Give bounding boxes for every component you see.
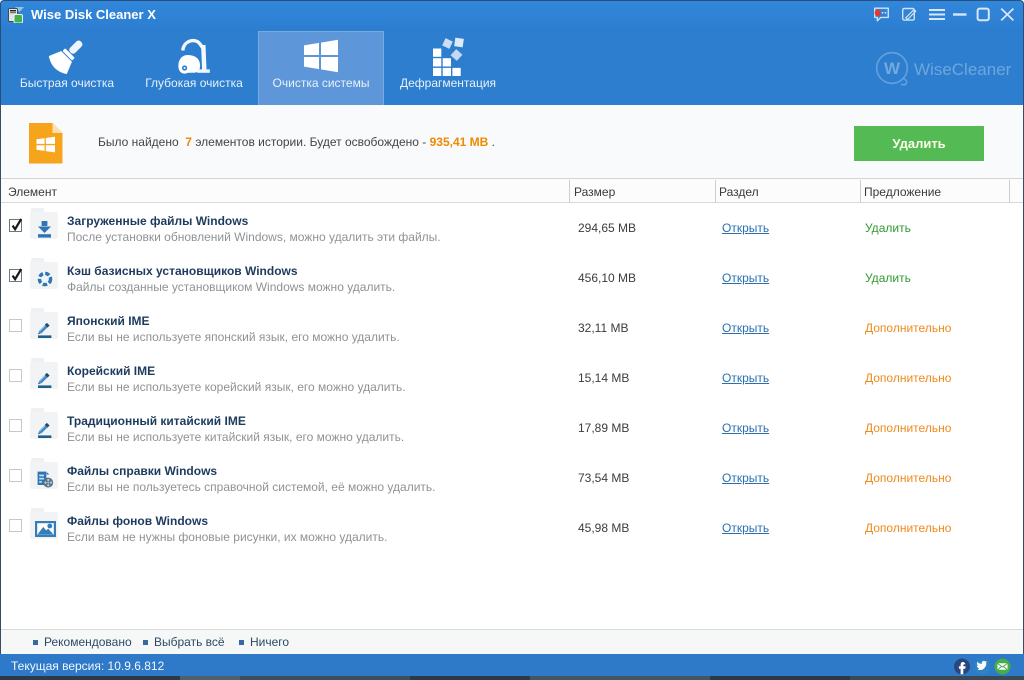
svg-text:W: W [884, 59, 901, 78]
svg-text:WiseCleaner: WiseCleaner [914, 60, 1012, 79]
